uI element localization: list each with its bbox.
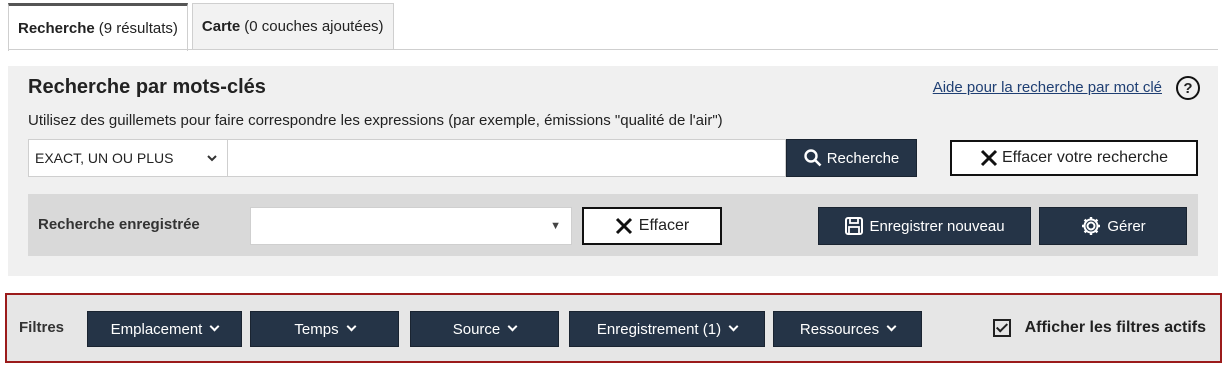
filter-ressources-button[interactable]: Ressources: [773, 311, 922, 347]
save-new-label: Enregistrer nouveau: [869, 217, 1005, 235]
save-new-button[interactable]: Enregistrer nouveau: [818, 207, 1031, 245]
filter-ressources-label: Ressources: [799, 320, 880, 338]
search-row: EXACT, UN OU PLUS Recherche: [28, 139, 917, 177]
clear-search-button[interactable]: Effacer votre recherche: [950, 140, 1198, 176]
filters-label: Filtres: [19, 319, 65, 336]
search-button[interactable]: Recherche: [786, 139, 917, 177]
tab-recherche-title: Recherche: [18, 20, 95, 37]
show-active-filters-toggle[interactable]: Afficher les filtres actifs: [992, 319, 1206, 337]
chevron-down-icon: [507, 321, 518, 332]
close-icon: [615, 217, 632, 235]
filter-temps-button[interactable]: Temps: [250, 311, 399, 347]
filter-emplacement-label: Emplacement: [110, 320, 203, 338]
chevron-down-icon: [207, 154, 217, 161]
save-icon: [845, 217, 864, 235]
saved-search-select[interactable]: ▼: [250, 207, 572, 245]
manage-button[interactable]: Gérer: [1039, 207, 1187, 245]
filter-temps-label: Temps: [294, 320, 339, 338]
search-icon: [804, 149, 822, 167]
filter-emplacement-button[interactable]: Emplacement: [87, 311, 242, 347]
chevron-down-icon: [209, 321, 220, 332]
search-hint: Utilisez des guillemets pour faire corre…: [28, 112, 723, 129]
tab-divider: [8, 49, 1218, 50]
match-mode-select[interactable]: EXACT, UN OU PLUS: [28, 139, 228, 177]
show-active-filters-checkbox[interactable]: [992, 319, 1011, 337]
clear-saved-button[interactable]: Effacer: [582, 207, 722, 245]
saved-search-bar: Recherche enregistrée ▼ Effacer Enregist…: [28, 194, 1198, 256]
filter-source-label: Source: [452, 320, 501, 338]
chevron-down-icon: [346, 321, 357, 332]
close-icon: [980, 149, 998, 167]
caret-down-icon: ▼: [550, 220, 561, 232]
help-link[interactable]: Aide pour la recherche par mot clé: [933, 79, 1162, 96]
tab-carte[interactable]: Carte (0 couches ajoutées): [191, 3, 394, 50]
search-input[interactable]: [228, 139, 786, 177]
clear-saved-label: Effacer: [638, 217, 690, 234]
manage-label: Gérer: [1107, 217, 1146, 235]
filter-source-button[interactable]: Source: [410, 311, 559, 347]
keyword-search-panel: Recherche par mots-clés Aide pour la rec…: [8, 66, 1218, 276]
filter-enregistrement-label: Enregistrement (1): [596, 320, 722, 338]
check-icon: [995, 320, 1008, 333]
gear-icon: [1082, 217, 1101, 235]
match-mode-value: EXACT, UN OU PLUS: [35, 150, 174, 166]
clear-search-label: Effacer votre recherche: [1001, 149, 1168, 166]
show-active-filters-label: Afficher les filtres actifs: [1024, 319, 1206, 336]
tab-carte-count: (0 couches ajoutées): [244, 18, 384, 35]
tab-bar: Recherche (9 résultats) Carte (0 couches…: [8, 3, 398, 51]
chevron-down-icon: [728, 321, 739, 332]
tab-carte-title: Carte: [201, 18, 241, 35]
question-icon[interactable]: ?: [1176, 76, 1200, 100]
filter-bar: Filtres Emplacement Temps Source Enregis…: [5, 293, 1222, 363]
filter-enregistrement-button[interactable]: Enregistrement (1): [569, 311, 765, 347]
panel-title: Recherche par mots-clés: [28, 76, 266, 98]
saved-search-label: Recherche enregistrée: [38, 216, 200, 233]
tab-recherche-count: (9 résultats): [98, 20, 178, 37]
tab-recherche[interactable]: Recherche (9 résultats): [8, 3, 188, 51]
chevron-down-icon: [886, 321, 897, 332]
search-button-label: Recherche: [826, 149, 900, 167]
